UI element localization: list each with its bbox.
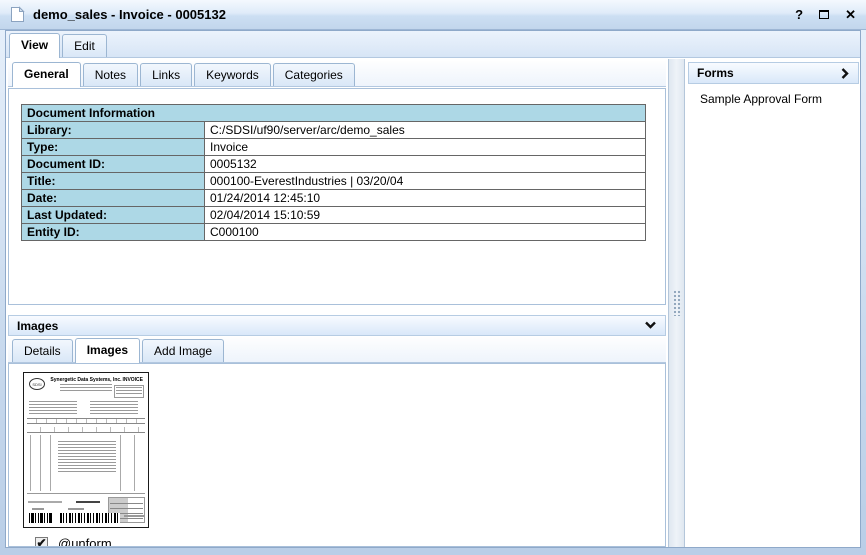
table-row: Library: C:/SDSI/uf90/server/arc/demo_sa… (22, 122, 646, 139)
thumbnail-body-text (58, 441, 116, 473)
thumbnail-divider (27, 493, 145, 494)
tab-general[interactable]: General (12, 62, 81, 87)
thumbnail-column-line (134, 435, 135, 491)
tab-add-image[interactable]: Add Image (142, 339, 224, 362)
maximize-button[interactable] (819, 8, 829, 21)
thumbnail-column-line (40, 435, 41, 491)
unform-checkbox[interactable]: ✔ (35, 537, 48, 547)
table-row: Document ID: 0005132 (22, 156, 646, 173)
tab-notes[interactable]: Notes (83, 63, 138, 86)
tab-categories[interactable]: Categories (273, 63, 355, 86)
splitter-grip-icon (673, 290, 682, 316)
row-label: Date: (22, 190, 205, 207)
table-row: Date: 01/24/2014 12:45:10 (22, 190, 646, 207)
row-label: Entity ID: (22, 224, 205, 241)
menu-tab-view[interactable]: View (9, 33, 60, 58)
table-row: Entity ID: C000100 (22, 224, 646, 241)
row-label: Library: (22, 122, 205, 139)
close-button[interactable]: ✕ (845, 8, 856, 21)
row-value: 02/04/2014 15:10:59 (205, 207, 646, 224)
table-row: Title: 000100-EverestIndustries | 03/20/… (22, 173, 646, 190)
application-window: demo_sales - Invoice - 0005132 ? ✕ View … (0, 0, 866, 555)
panel-splitter[interactable] (668, 59, 685, 547)
window-controls: ? ✕ (795, 8, 856, 21)
thumbnail-copy-label (76, 501, 100, 503)
table-row: Type: Invoice (22, 139, 646, 156)
table-header-row: Document Information (22, 105, 646, 122)
images-section-title: Images (17, 319, 58, 333)
row-value: C000100 (205, 224, 646, 241)
help-button[interactable]: ? (795, 8, 803, 21)
main-panel: General Notes Links Keywords Categories … (8, 61, 666, 547)
images-section-header[interactable]: Images (8, 315, 666, 336)
menu-tab-bar: View Edit (6, 31, 860, 58)
barcode-icon (60, 513, 120, 523)
row-value: Invoice (205, 139, 646, 156)
row-label: Type: (22, 139, 205, 156)
row-label: Last Updated: (22, 207, 205, 224)
forms-panel-title: Forms (697, 66, 734, 80)
thumbnail-column-line (120, 435, 121, 491)
row-label: Title: (22, 173, 205, 190)
maximize-icon (819, 10, 829, 19)
table-title: Document Information (22, 105, 646, 122)
thumbnail-barcode-number (124, 515, 144, 517)
forms-panel: Forms Sample Approval Form (687, 59, 860, 547)
barcode-icon (29, 513, 52, 523)
window-body: View Edit General Notes Links Keywords C… (5, 30, 861, 548)
form-item-sample-approval[interactable]: Sample Approval Form (688, 85, 859, 110)
unform-row: ✔ @unform (35, 536, 112, 547)
general-tab-panel: Document Information Library: C:/SDSI/uf… (8, 88, 666, 305)
tab-links[interactable]: Links (140, 63, 192, 86)
row-value: 01/24/2014 12:45:10 (205, 190, 646, 207)
tab-images[interactable]: Images (75, 338, 140, 363)
thumbnail-grid-band (27, 427, 145, 433)
thumbnail-barcode-label (32, 508, 44, 510)
forms-list: Sample Approval Form (688, 85, 859, 547)
thumbnail-column-line (50, 435, 51, 491)
row-label: Document ID: (22, 156, 205, 173)
forms-panel-header[interactable]: Forms (688, 62, 859, 84)
document-tab-bar: General Notes Links Keywords Categories (8, 61, 666, 87)
thumbnail-shipto-block (90, 401, 138, 414)
row-value: 0005132 (205, 156, 646, 173)
thumbnail-column-line (30, 435, 31, 491)
document-icon (10, 6, 25, 23)
unform-label: @unform (58, 536, 112, 547)
tab-details[interactable]: Details (12, 339, 73, 362)
images-tab-bar: Details Images Add Image (8, 337, 666, 363)
thumbnail-barcode-label (68, 508, 84, 510)
thumbnail-footnote (28, 501, 62, 503)
images-tab-panel: SDSI Synergetic Data Systems, Inc. INVOI… (8, 363, 666, 547)
thumbnail-invoice-box (114, 385, 144, 398)
thumbnail-billto-block (29, 401, 77, 414)
window-title: demo_sales - Invoice - 0005132 (33, 7, 226, 22)
tab-keywords[interactable]: Keywords (194, 63, 271, 86)
chevron-down-icon[interactable] (644, 321, 657, 330)
content-area: General Notes Links Keywords Categories … (6, 59, 860, 547)
titlebar: demo_sales - Invoice - 0005132 ? ✕ (0, 0, 866, 30)
thumbnail-address-lines (60, 384, 112, 393)
menu-tab-edit[interactable]: Edit (62, 34, 107, 57)
document-info-table: Document Information Library: C:/SDSI/uf… (21, 104, 646, 241)
invoice-thumbnail[interactable]: SDSI Synergetic Data Systems, Inc. INVOI… (23, 372, 149, 528)
table-row: Last Updated: 02/04/2014 15:10:59 (22, 207, 646, 224)
chevron-right-icon[interactable] (841, 67, 850, 80)
row-value: C:/SDSI/uf90/server/arc/demo_sales (205, 122, 646, 139)
row-value: 000100-EverestIndustries | 03/20/04 (205, 173, 646, 190)
thumbnail-doc-type: INVOICE (122, 377, 143, 383)
thumbnail-grid-band (27, 418, 145, 424)
